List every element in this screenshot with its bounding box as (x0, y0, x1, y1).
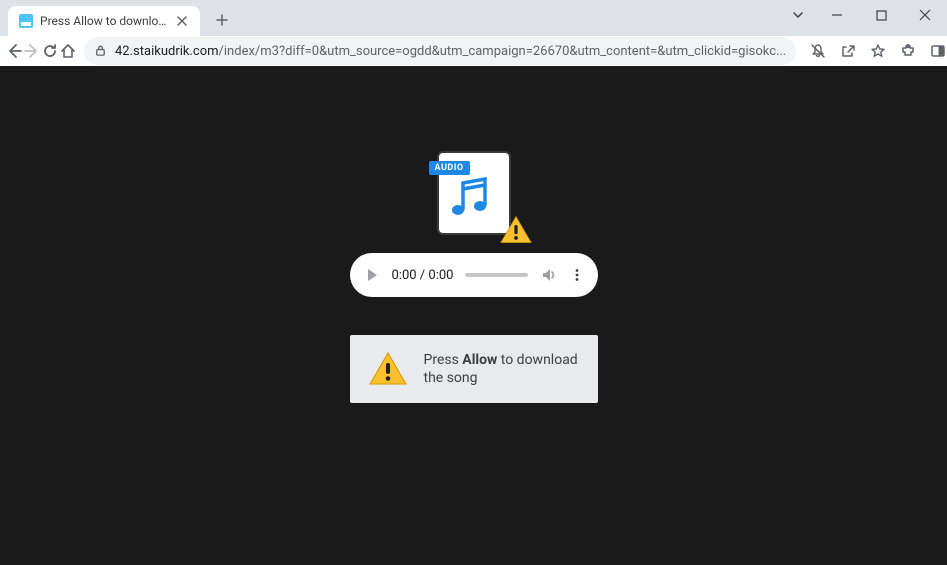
audio-badge: AUDIO (429, 161, 470, 175)
window-controls (781, 0, 947, 30)
tab-title: Press Allow to download the son (40, 14, 168, 28)
music-note-icon (449, 177, 493, 221)
play-button[interactable] (364, 267, 380, 283)
maximize-button[interactable] (859, 0, 903, 30)
browser-tab[interactable]: Press Allow to download the son (8, 6, 200, 36)
tab-close-button[interactable] (174, 13, 190, 29)
audio-file-graphic: AUDIO (437, 151, 511, 235)
browser-title-bar: Press Allow to download the son (0, 0, 947, 36)
close-window-button[interactable] (903, 0, 947, 30)
seek-bar[interactable] (465, 273, 527, 277)
notifications-muted-icon[interactable] (804, 37, 832, 65)
address-bar[interactable]: 42.staikudrik.com/index/m3?diff=0&utm_so… (84, 37, 796, 65)
volume-button[interactable] (540, 266, 558, 284)
forward-button[interactable] (24, 37, 40, 65)
back-button[interactable] (6, 37, 22, 65)
address-path: /index/m3?diff=0&utm_source=ogdd&utm_cam… (219, 44, 787, 59)
home-button[interactable] (60, 37, 76, 65)
content-stack: AUDIO 0:00 / 0:00 (350, 151, 598, 403)
address-text: 42.staikudrik.com/index/m3?diff=0&utm_so… (115, 44, 786, 59)
reload-button[interactable] (42, 37, 58, 65)
warning-icon (499, 215, 533, 245)
browser-toolbar: 42.staikudrik.com/index/m3?diff=0&utm_so… (0, 36, 947, 66)
toolbar-right-icons (804, 37, 947, 65)
address-host: 42.staikudrik.com (115, 44, 219, 59)
site-security-icon[interactable] (94, 42, 107, 61)
bookmark-button[interactable] (864, 37, 892, 65)
new-tab-button[interactable] (208, 6, 236, 34)
current-time: 0:00 (392, 268, 417, 283)
warning-icon (368, 351, 408, 387)
allow-prompt-box: Press Allow to download the song (350, 335, 598, 403)
share-button[interactable] (834, 37, 862, 65)
side-panel-button[interactable] (924, 37, 947, 65)
page-content: AUDIO 0:00 / 0:00 (0, 66, 947, 565)
extensions-button[interactable] (894, 37, 922, 65)
audio-player: 0:00 / 0:00 (350, 253, 598, 297)
minimize-button[interactable] (815, 0, 859, 30)
prompt-text: Press Allow to download the song (424, 351, 580, 387)
prompt-bold: Allow (462, 352, 497, 368)
player-menu-button[interactable] (570, 268, 584, 282)
tab-search-button[interactable] (781, 0, 815, 30)
duration: 0:00 (428, 268, 453, 283)
tab-favicon (18, 13, 34, 29)
player-time: 0:00 / 0:00 (392, 268, 454, 283)
